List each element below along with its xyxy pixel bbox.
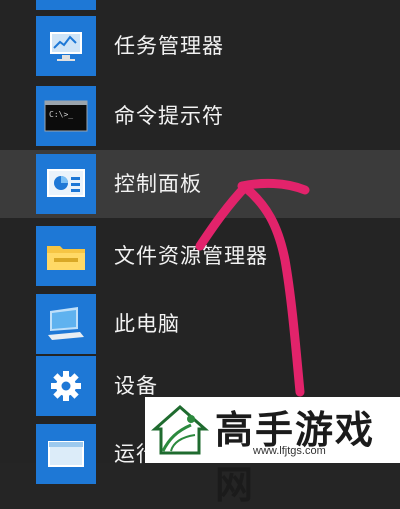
watermark: 高手游戏网 www.lfjtgs.com xyxy=(145,397,400,507)
start-menu-item-this-pc[interactable]: 此电脑 xyxy=(0,290,400,358)
watermark-logo-icon xyxy=(151,401,209,459)
run-icon xyxy=(36,424,96,484)
svg-text:C:\>_: C:\>_ xyxy=(49,110,73,119)
start-menu-item-label: 控制面板 xyxy=(114,172,202,196)
folder-icon xyxy=(36,0,96,10)
settings-gear-icon xyxy=(36,356,96,416)
start-menu-item-label: 此电脑 xyxy=(114,312,180,336)
start-menu: 任务管理器 C:\>_ 命令提示符 控制面板 文件资源管理器 此电脑 设备 运行 xyxy=(0,0,400,484)
this-pc-icon xyxy=(36,294,96,354)
start-menu-item-file-explorer[interactable]: 文件资源管理器 xyxy=(0,222,400,290)
watermark-url: www.lfjtgs.com xyxy=(253,445,326,457)
start-menu-item-task-manager[interactable]: 任务管理器 xyxy=(0,12,400,80)
command-prompt-icon: C:\>_ xyxy=(36,86,96,146)
start-menu-item-control-panel[interactable]: 控制面板 xyxy=(0,150,400,218)
start-menu-item-label: 任务管理器 xyxy=(114,34,224,58)
task-manager-icon xyxy=(36,16,96,76)
file-explorer-icon xyxy=(36,226,96,286)
control-panel-icon xyxy=(36,154,96,214)
start-menu-item-label: 文件资源管理器 xyxy=(114,244,268,268)
start-menu-item-command-prompt[interactable]: C:\>_ 命令提示符 xyxy=(0,82,400,150)
start-menu-item-label: 命令提示符 xyxy=(114,104,224,128)
